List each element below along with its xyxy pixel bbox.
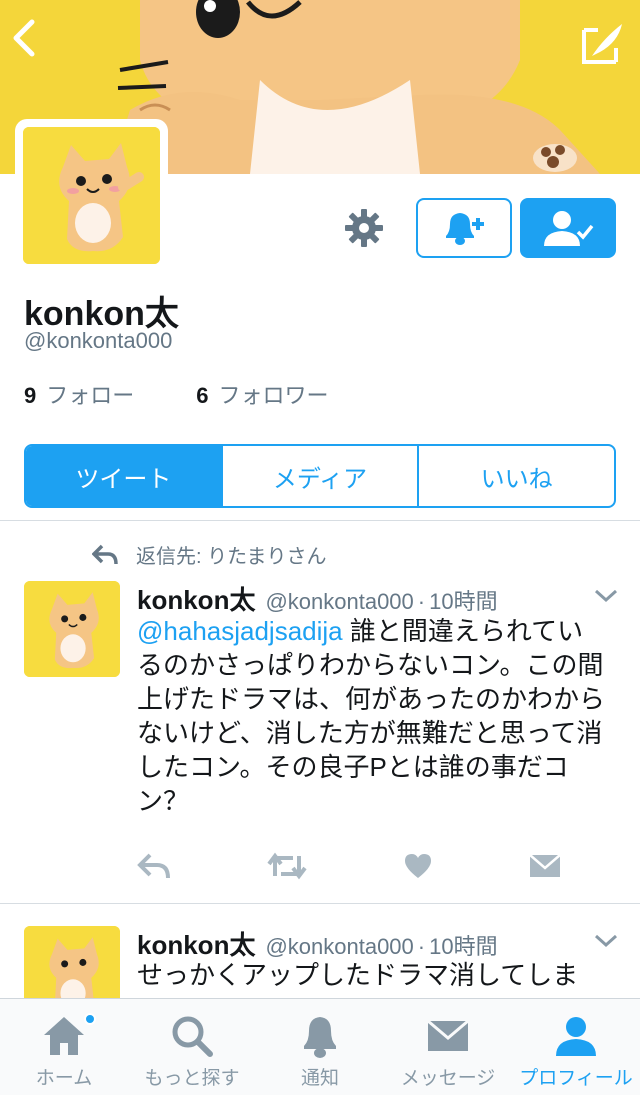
chevron-left-icon — [13, 19, 35, 57]
retweet-icon — [267, 852, 307, 880]
tweet-mention-link[interactable]: @hahasjadjsadija — [137, 616, 343, 646]
direct-message-button[interactable] — [529, 848, 561, 884]
tweet-text: @hahasjadjsadija 誰と間違えられているのかさっぱりわからないコン… — [137, 614, 607, 818]
tweet-menu-button[interactable] — [594, 933, 618, 952]
tabbar-explore[interactable]: もっと探す — [128, 999, 256, 1095]
tweet-avatar[interactable] — [24, 581, 120, 677]
tweet-separator: · — [417, 589, 426, 614]
tweet-text: せっかくアップしたドラマ消してしま — [137, 960, 579, 990]
tabbar-notifications[interactable]: 通知 — [256, 999, 384, 1095]
following-stat[interactable]: 9 フォロー — [24, 378, 134, 410]
tabbar-explore-label: もっと探す — [144, 1068, 240, 1089]
bell-icon — [304, 1017, 336, 1058]
following-button[interactable] — [520, 198, 616, 258]
tabbar-notifications-label: 通知 — [300, 1068, 339, 1089]
tabbar-profile[interactable]: プロフィール — [512, 999, 640, 1095]
tweet-author-handle[interactable]: @konkonta000 — [265, 934, 413, 960]
envelope-icon — [427, 1019, 469, 1051]
compose-button[interactable] — [578, 18, 626, 68]
tweet-menu-button[interactable] — [594, 588, 618, 607]
compose-feather-icon — [582, 24, 622, 64]
profile-avatar[interactable] — [15, 119, 168, 272]
divider — [0, 520, 640, 521]
profile-tabs: ツイート メディア いいね — [24, 444, 616, 508]
profile-handle: @konkonta000 — [24, 328, 173, 353]
reply-context[interactable]: 返信先: りたまりさん — [92, 540, 327, 569]
envelope-icon — [529, 854, 561, 877]
tweet-author-name[interactable]: konkon太 — [137, 580, 255, 617]
gear-icon — [345, 209, 383, 247]
settings-button[interactable] — [336, 200, 392, 256]
chevron-down-icon — [594, 589, 618, 603]
tweet-actions — [137, 848, 577, 884]
reply-icon — [137, 853, 170, 879]
tab-media[interactable]: メディア — [223, 446, 420, 506]
notifications-toggle-button[interactable] — [416, 198, 512, 258]
tweet-header: konkon太 @konkonta000 · 10時間 — [137, 925, 498, 962]
reply-button[interactable] — [137, 848, 171, 884]
tweet-text-body: 誰と間違えられているのかさっぱりわからないコン。この間上げたドラマは、何があった… — [137, 616, 606, 816]
tabbar-messages[interactable]: メッセージ — [384, 999, 512, 1095]
tabbar-messages-label: メッセージ — [400, 1068, 496, 1089]
heart-icon — [405, 854, 431, 878]
following-label: フォロー — [46, 383, 135, 408]
tweet-time[interactable]: 10時間 — [429, 584, 497, 616]
followers-label: フォロワー — [218, 383, 329, 408]
divider — [0, 903, 640, 904]
search-icon — [172, 1016, 213, 1057]
tab-tweets[interactable]: ツイート — [26, 446, 223, 506]
home-icon — [44, 1017, 84, 1055]
tabbar-home[interactable]: ホーム — [0, 999, 128, 1095]
tweet-header: konkon太 @konkonta000 · 10時間 — [137, 580, 498, 617]
person-check-icon — [544, 211, 594, 246]
tweet-separator: · — [417, 934, 426, 959]
tab-likes[interactable]: いいね — [419, 446, 614, 506]
following-count: 9 — [24, 383, 37, 408]
chevron-down-icon — [594, 934, 618, 948]
profile-stats: 9 フォロー 6 フォロワー — [24, 378, 391, 410]
tweet-author-handle[interactable]: @konkonta000 — [265, 589, 413, 615]
notification-dot — [84, 1013, 96, 1025]
tweet-time[interactable]: 10時間 — [429, 929, 497, 961]
back-button[interactable] — [10, 18, 50, 68]
followers-count: 6 — [196, 383, 209, 408]
tweet-author-name[interactable]: konkon太 — [137, 925, 255, 962]
bottom-tab-bar: ホーム もっと探す 通知 メッセージ プロフィール — [0, 998, 640, 1095]
bell-plus-icon — [446, 213, 484, 245]
followers-stat[interactable]: 6 フォロワー — [196, 378, 328, 410]
tabbar-home-label: ホーム — [35, 1068, 93, 1089]
reply-arrow-icon — [92, 544, 118, 564]
profile-icon — [556, 1017, 596, 1056]
reply-context-text: 返信先: りたまりさん — [136, 546, 327, 568]
retweet-button[interactable] — [267, 848, 307, 884]
tabbar-profile-label: プロフィール — [519, 1068, 633, 1089]
like-button[interactable] — [403, 848, 433, 884]
